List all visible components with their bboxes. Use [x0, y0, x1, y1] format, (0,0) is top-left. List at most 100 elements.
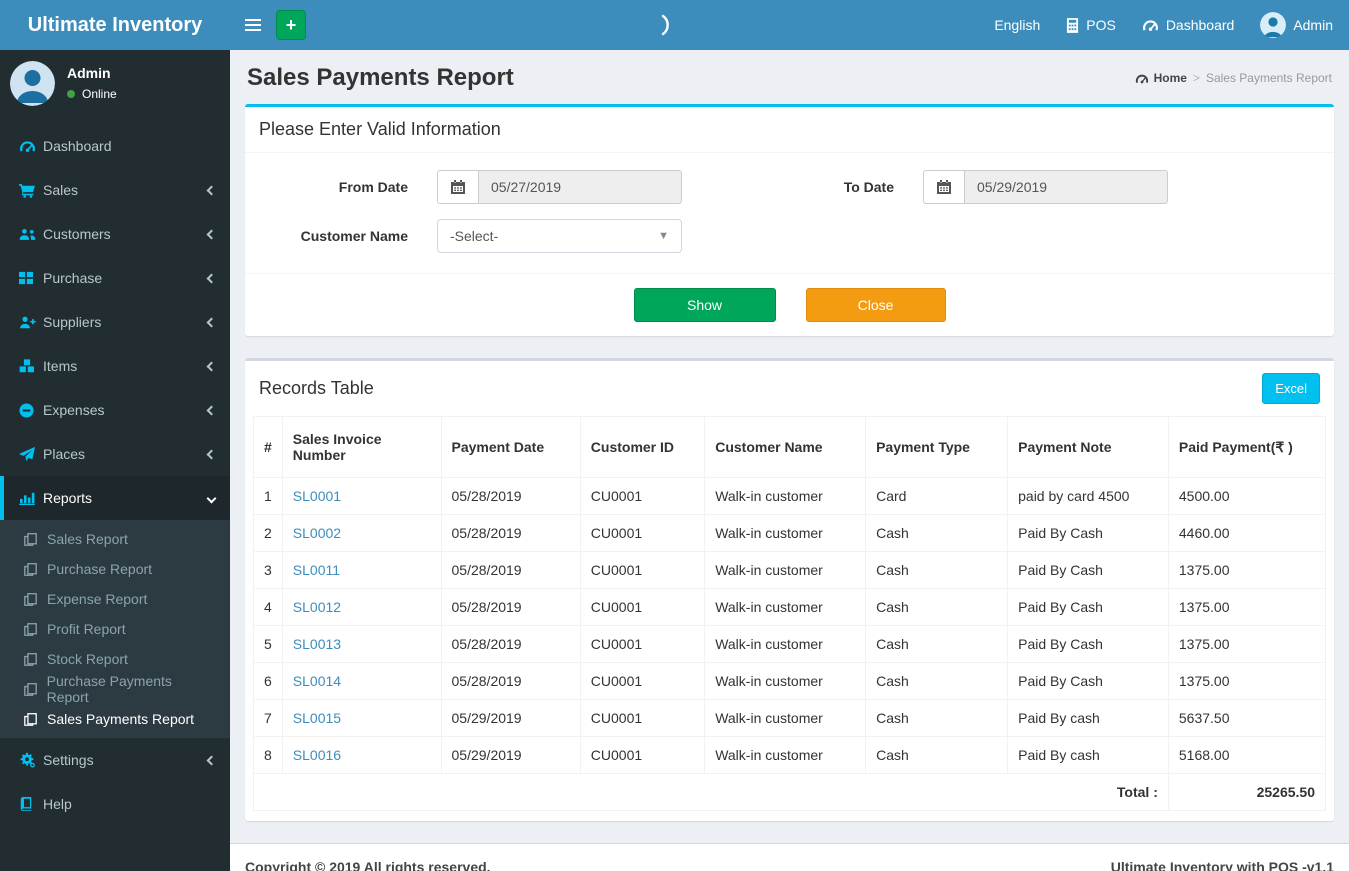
table-row: 2 SL0002 05/28/2019 CU0001 Walk-in custo… — [253, 514, 1327, 552]
gears-icon — [19, 752, 43, 768]
online-dot-icon — [67, 90, 75, 98]
sidebar-user-panel: Admin Online — [0, 50, 230, 116]
sidebar-item-settings[interactable]: Settings — [0, 738, 230, 782]
tachometer-icon — [19, 139, 43, 153]
paper-plane-icon — [19, 446, 43, 462]
invoice-link[interactable]: SL0011 — [293, 562, 340, 578]
filter-card: Please Enter Valid Information From Date… — [245, 104, 1334, 336]
sidebar-subitem-expense-report[interactable]: Expense Report — [0, 584, 230, 614]
table-row: 1 SL0001 05/28/2019 CU0001 Walk-in custo… — [253, 477, 1327, 515]
dashboard-link[interactable]: Dashboard — [1129, 0, 1248, 50]
invoice-link[interactable]: SL0014 — [293, 673, 341, 689]
close-button[interactable]: Close — [805, 288, 946, 322]
content-header: Sales Payments Report Home > Sales Payme… — [245, 60, 1334, 104]
chevron-left-icon — [206, 361, 217, 371]
records-table: # Sales Invoice Number Payment Date Cust… — [252, 416, 1327, 811]
records-card-title: Records Table — [259, 378, 374, 398]
book-icon — [19, 797, 43, 811]
invoice-link[interactable]: SL0016 — [293, 747, 341, 763]
copy-icon — [24, 562, 47, 576]
chevron-left-icon — [206, 185, 217, 195]
bar-chart-icon — [19, 491, 43, 505]
sidebar-item-items[interactable]: Items — [0, 344, 230, 388]
footer: Copyright © 2019 All rights reserved. Ul… — [230, 843, 1349, 871]
cart-icon — [19, 183, 43, 198]
from-date-input[interactable] — [478, 170, 682, 204]
sidebar-item-sales[interactable]: Sales — [0, 168, 230, 212]
content: Sales Payments Report Home > Sales Payme… — [230, 50, 1349, 843]
caret-down-icon: ▼ — [658, 230, 669, 242]
sidebar-item-suppliers[interactable]: Suppliers — [0, 300, 230, 344]
sidebar-item-expenses[interactable]: Expenses — [0, 388, 230, 432]
page-title: Sales Payments Report — [247, 64, 514, 91]
sidebar-subitem-sales-report[interactable]: Sales Report — [0, 524, 230, 554]
app-root: Ultimate Inventory Admin Online Dashboar… — [0, 0, 1349, 871]
to-date-input[interactable] — [964, 170, 1168, 204]
brand-logo[interactable]: Ultimate Inventory — [0, 0, 230, 50]
language-menu[interactable]: English — [981, 0, 1053, 50]
chevron-left-icon — [206, 755, 217, 765]
users-icon — [19, 228, 43, 241]
table-header-row: # Sales Invoice Number Payment Date Cust… — [253, 416, 1327, 478]
invoice-link[interactable]: SL0013 — [293, 636, 341, 652]
invoice-link[interactable]: SL0002 — [293, 525, 341, 541]
sidebar-subitem-stock-report[interactable]: Stock Report — [0, 644, 230, 674]
to-date-group — [923, 170, 1168, 204]
sidebar-item-dashboard[interactable]: Dashboard — [0, 124, 230, 168]
sidebar-subitem-profit-report[interactable]: Profit Report — [0, 614, 230, 644]
tachometer-icon — [1142, 18, 1159, 32]
breadcrumb-separator: > — [1192, 71, 1200, 85]
table-row: 7 SL0015 05/29/2019 CU0001 Walk-in custo… — [253, 699, 1327, 737]
total-label: Total : — [1007, 773, 1169, 811]
customer-select-value: -Select- — [450, 228, 499, 244]
chevron-left-icon — [206, 229, 217, 239]
user-menu[interactable]: Admin — [1247, 0, 1349, 50]
crescent-moon-icon[interactable] — [658, 12, 676, 41]
table-row: 5 SL0013 05/28/2019 CU0001 Walk-in custo… — [253, 625, 1327, 663]
sidebar-item-places[interactable]: Places — [0, 432, 230, 476]
to-date-label: To Date — [843, 179, 894, 195]
sidebar-subitem-purchase-payments-report[interactable]: Purchase Payments Report — [0, 673, 230, 705]
copy-icon — [24, 592, 47, 606]
from-date-group — [437, 170, 682, 204]
calendar-icon[interactable] — [923, 170, 964, 204]
sidebar-item-help[interactable]: Help — [0, 782, 230, 826]
invoice-link[interactable]: SL0015 — [293, 710, 341, 726]
calculator-icon — [1066, 17, 1079, 33]
chevron-left-icon — [206, 405, 217, 415]
avatar — [10, 60, 55, 106]
invoice-link[interactable]: SL0001 — [293, 488, 341, 504]
navbar-right: English POS Dashboard Admin — [981, 0, 1349, 50]
copy-icon — [24, 652, 47, 666]
table-row: 6 SL0014 05/28/2019 CU0001 Walk-in custo… — [253, 662, 1327, 700]
avatar-icon — [1260, 12, 1287, 38]
sidebar-toggle-button[interactable] — [230, 0, 275, 50]
copy-icon — [24, 682, 47, 696]
chevron-down-icon — [206, 493, 217, 503]
table-row: 3 SL0011 05/28/2019 CU0001 Walk-in custo… — [253, 551, 1327, 589]
main-area: + English POS Dashboard Admin Sales Paym… — [230, 0, 1349, 871]
pos-link[interactable]: POS — [1053, 0, 1129, 50]
sidebar-item-reports[interactable]: Reports — [0, 476, 230, 520]
calendar-icon[interactable] — [437, 170, 478, 204]
sidebar-user-status: Online — [67, 87, 117, 101]
quick-add-button[interactable]: + — [276, 10, 306, 40]
show-button[interactable]: Show — [633, 288, 776, 322]
breadcrumb-home[interactable]: Home — [1135, 71, 1187, 85]
reports-submenu: Sales Report Purchase Report Expense Rep… — [0, 520, 230, 738]
invoice-link[interactable]: SL0012 — [293, 599, 341, 615]
sidebar-item-customers[interactable]: Customers — [0, 212, 230, 256]
sidebar-subitem-sales-payments-report[interactable]: Sales Payments Report — [0, 704, 230, 734]
sidebar-item-purchase[interactable]: Purchase — [0, 256, 230, 300]
table-row: 4 SL0012 05/28/2019 CU0001 Walk-in custo… — [253, 588, 1327, 626]
excel-export-button[interactable]: Excel — [1262, 373, 1320, 404]
customer-select[interactable]: -Select- ▼ — [437, 219, 682, 253]
filter-actions: Show Close — [245, 273, 1334, 336]
sidebar: Ultimate Inventory Admin Online Dashboar… — [0, 0, 230, 871]
chevron-left-icon — [206, 273, 217, 283]
total-value: 25265.50 — [1167, 773, 1327, 811]
from-date-label: From Date — [338, 179, 408, 195]
sidebar-subitem-purchase-report[interactable]: Purchase Report — [0, 554, 230, 584]
copy-icon — [24, 712, 47, 726]
sidebar-user-name: Admin — [67, 65, 111, 81]
